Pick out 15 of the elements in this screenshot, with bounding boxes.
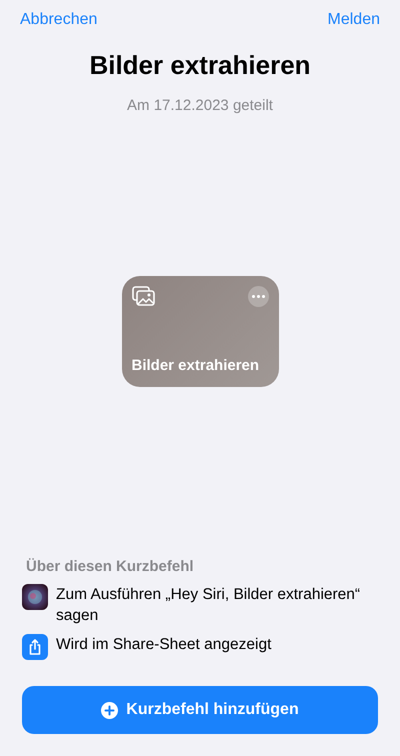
shortcut-name: Bilder extrahieren: [132, 356, 260, 376]
photos-icon: [132, 286, 156, 308]
info-text: Wird im Share-Sheet angezeigt: [56, 635, 272, 655]
report-button[interactable]: Melden: [328, 8, 380, 32]
shortcut-card[interactable]: Bilder extrahieren: [122, 276, 278, 387]
page-title: Bilder extrahieren: [88, 49, 312, 82]
cancel-button[interactable]: Abbrechen: [20, 8, 98, 32]
more-button[interactable]: [248, 286, 268, 307]
share-icon: [22, 634, 48, 660]
plus-icon: [101, 702, 118, 718]
section-heading: Über diesen Kurzbefehl: [26, 556, 195, 576]
add-shortcut-button[interactable]: Kurzbefehl hinzufügen: [22, 686, 378, 734]
shared-date: Am 17.12.2023 geteilt: [126, 96, 274, 116]
info-text: Zum Ausführen „Hey Siri, Bilder extrahieren“ sagen: [56, 585, 362, 626]
siri-icon: [22, 584, 48, 610]
